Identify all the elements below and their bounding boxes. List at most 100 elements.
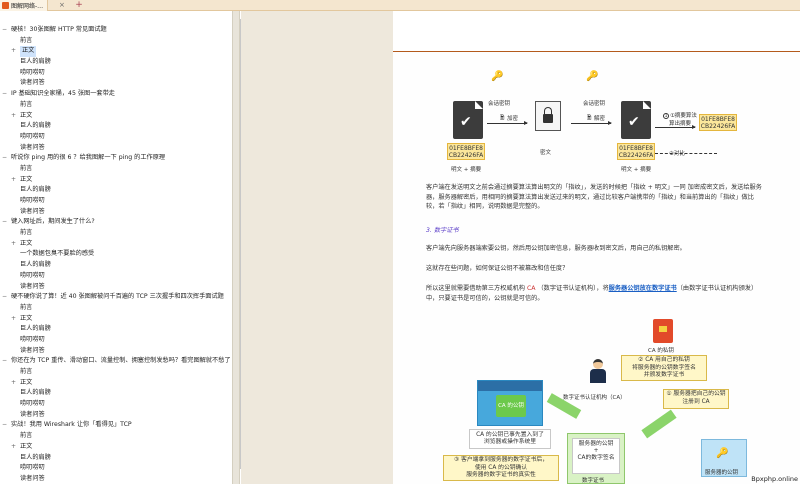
outline-label: 键入网址后，期间发生了什么? <box>11 218 95 226</box>
outline-section[interactable]: 唠叨唠叨 <box>0 271 230 282</box>
outline-section[interactable]: + 正文 <box>0 175 230 186</box>
outline-section[interactable]: 巨人的肩膀 <box>0 388 230 399</box>
outline-section[interactable]: 读者问答 <box>0 282 230 293</box>
outline-label: 唠叨唠叨 <box>20 271 45 279</box>
session-key-label: 会话密钥 <box>583 101 606 107</box>
paragraph-ca: 所以这里就需要借助第三方权威机构 CA （数字证书认证机构），将服务器公钥放在数… <box>426 284 766 303</box>
outline-section[interactable]: 巨人的肩膀 <box>0 57 230 68</box>
server-public-key-card: 🔑 服务器的公钥 <box>701 439 747 477</box>
outline-section[interactable]: 巨人的肩膀 <box>0 453 230 464</box>
document-page: 🔑 会话密钥 ✔ 🗎 加密 01FE8BFE8 CB22426FA 明文 + 摘… <box>393 11 800 484</box>
outline-section[interactable]: 巨人的肩膀 <box>0 260 230 271</box>
outline-section[interactable]: 前言 <box>0 431 230 442</box>
outline-label: 一个数据包臭不要脸的感受 <box>20 250 95 258</box>
new-tab-button[interactable]: + <box>74 1 84 10</box>
card-strip <box>478 381 542 391</box>
outline-chapter[interactable]: − 键入网址后，期间发生了什么? <box>0 217 230 228</box>
outline-section[interactable]: 读者问答 <box>0 474 230 484</box>
outline-section[interactable]: 前言 <box>0 228 230 239</box>
outline-section[interactable]: 读者问答 <box>0 207 230 218</box>
hash-line: 01FE8BFE8 <box>701 116 735 123</box>
document-tab[interactable]: 图解网络-… <box>0 0 48 11</box>
expand-icon[interactable]: + <box>11 175 19 186</box>
outline-chapter[interactable]: − IP 基础知识全家桶，45 张图一套带走 <box>0 89 230 100</box>
collapse-icon[interactable]: − <box>2 292 10 303</box>
outline-label: 读者问答 <box>20 282 45 290</box>
step2-note: ② CA 用自己的私钥 将服务器的公钥数字签名 并颁发数字证书 <box>621 355 707 381</box>
outline-chapter[interactable]: − 实战！我用 Wireshark 让你「看得见」TCP <box>0 420 230 431</box>
close-tab-icon[interactable]: × <box>59 0 65 11</box>
outline-chapter[interactable]: − 你还在为 TCP 重传、滑动窗口、流量控制、拥塞控制发愁吗？看完图解就不愁了 <box>0 356 230 367</box>
outline-section[interactable]: 唠叨唠叨 <box>0 68 230 79</box>
outline-chapter[interactable]: − 硬不硬你说了算！近 40 张图解被问千百遍的 TCP 三次握手和四次挥手面试题 <box>0 292 230 303</box>
collapse-icon[interactable]: − <box>2 356 10 367</box>
arrow-register <box>641 409 677 439</box>
outline-section[interactable]: + 正文 <box>0 378 230 389</box>
outline-section[interactable]: + 正文 <box>0 442 230 453</box>
panel-splitter[interactable] <box>232 11 240 484</box>
outline-label: 唠叨唠叨 <box>20 197 45 204</box>
outline-label: 正文 <box>20 314 33 322</box>
collapse-icon[interactable]: − <box>2 25 10 36</box>
collapse-icon[interactable]: − <box>2 153 10 164</box>
outline-section[interactable]: 前言 <box>0 303 230 314</box>
arrow-digest <box>655 125 696 129</box>
outline-label: 巨人的肩膀 <box>20 389 51 397</box>
collapse-icon[interactable]: − <box>2 420 10 431</box>
outline-section[interactable]: + 正文 <box>0 314 230 325</box>
expand-icon[interactable]: + <box>11 46 19 57</box>
hash-box-left: 01FE8BFE8 CB22426FA <box>447 143 485 160</box>
certificate-box: 服务器的公钥 + CA的数字签名 数字证书 <box>567 433 625 484</box>
outline-label: 读者问答 <box>20 207 45 215</box>
outline-section[interactable]: 巨人的肩膀 <box>0 185 230 196</box>
outline-label: 唠叨唠叨 <box>20 132 45 140</box>
outline-section[interactable]: 唠叨唠叨 <box>0 132 230 143</box>
outline-chapter[interactable]: − 听说你 ping 用的很 6 ？给我图解一下 ping 的工作原理 <box>0 153 230 164</box>
expand-icon[interactable]: + <box>11 314 19 325</box>
outline-label: 你还在为 TCP 重传、滑动窗口、流量控制、拥塞控制发愁吗？看完图解就不愁了 <box>11 357 230 365</box>
outline-label: 巨人的肩膀 <box>20 58 51 66</box>
outline-label: 听说你 ping 用的很 6 ？给我图解一下 ping 的工作原理 <box>11 154 166 162</box>
expand-icon[interactable]: + <box>11 239 19 250</box>
integrity-diagram: 🔑 会话密钥 ✔ 🗎 加密 01FE8BFE8 CB22426FA 明文 + 摘… <box>443 71 783 186</box>
outline-section[interactable]: 读者问答 <box>0 143 230 154</box>
outline-section[interactable]: 前言 <box>0 100 230 111</box>
outline-section[interactable]: 前言 <box>0 164 230 175</box>
outline-section[interactable]: 前言 <box>0 36 230 47</box>
pdf-file-icon <box>2 2 9 9</box>
outline-section[interactable]: 巨人的肩膀 <box>0 324 230 335</box>
outline-section[interactable]: + 正文 <box>0 111 230 122</box>
outline-section[interactable]: + 正文 <box>0 46 230 58</box>
outline-label: 硬不硬你说了算！近 40 张图解被问千百遍的 TCP 三次握手和四次挥手面试题 <box>11 293 224 301</box>
outline-label: 前言 <box>20 303 33 311</box>
outline-section[interactable]: + 正文 <box>0 239 230 250</box>
certificate-label: 数字证书 <box>582 478 605 484</box>
note-line: 注册到 CA <box>682 398 710 405</box>
collapse-icon[interactable]: − <box>2 217 10 228</box>
outline-section[interactable]: 唠叨唠叨 <box>0 196 230 207</box>
outline-label: 实战！我用 Wireshark 让你「看得见」TCP <box>11 421 132 429</box>
document-icon: ✔ <box>621 101 651 139</box>
outline-section[interactable]: 一个数据包臭不要脸的感受 <box>0 249 230 260</box>
key-icon: 🔑 <box>586 71 599 82</box>
outline-section[interactable]: 前言 <box>0 367 230 378</box>
outline-label: 正文 <box>20 46 37 58</box>
outline-section[interactable]: 唠叨唠叨 <box>0 399 230 410</box>
outline-section[interactable]: 巨人的肩膀 <box>0 121 230 132</box>
outline-label: 前言 <box>20 432 33 440</box>
expand-icon[interactable]: + <box>11 378 19 389</box>
collapse-icon[interactable]: − <box>2 89 10 100</box>
hash-line: CB22426FA <box>700 123 736 130</box>
outline-label: 前言 <box>20 164 33 172</box>
outline-section[interactable]: 读者问答 <box>0 410 230 421</box>
expand-icon[interactable]: + <box>11 111 19 122</box>
outline-chapter[interactable]: − 硬核！30张图解 HTTP 常见面试题 <box>0 25 230 36</box>
outline-section[interactable]: 读者问答 <box>0 78 230 89</box>
outline-section[interactable]: 唠叨唠叨 <box>0 463 230 474</box>
arrow-decrypt <box>571 121 612 125</box>
outline-section[interactable]: 唠叨唠叨 <box>0 335 230 346</box>
expand-icon[interactable]: + <box>11 442 19 453</box>
reader-background <box>241 11 393 484</box>
outline-section[interactable]: 读者问答 <box>0 346 230 357</box>
key-icon: 🔑 <box>491 71 504 82</box>
